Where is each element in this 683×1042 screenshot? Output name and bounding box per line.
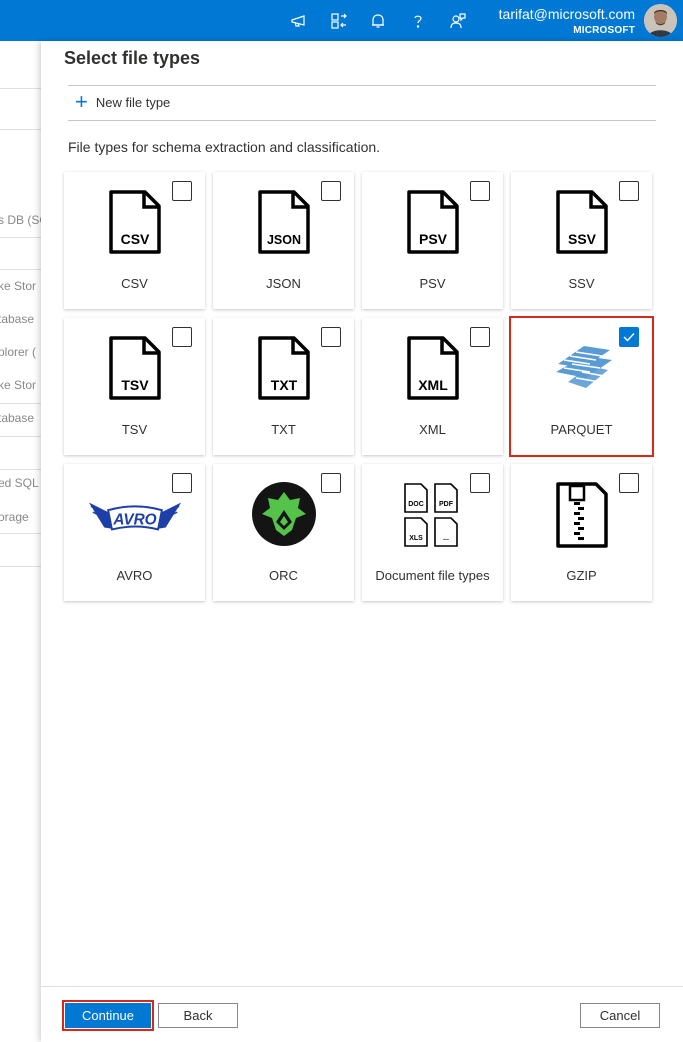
file-type-tile-tsv[interactable]: TSV TSV xyxy=(64,318,205,455)
tile-label: CSV xyxy=(121,276,148,291)
file-type-tile-parquet[interactable]: PARQUET xyxy=(509,316,654,457)
tile-label: JSON xyxy=(266,276,301,291)
background-list-item: ke Stor xyxy=(0,378,37,392)
tile-checkbox[interactable] xyxy=(321,327,341,347)
avro-logo-text: AVRO xyxy=(112,512,156,529)
background-list-item: ed SQL xyxy=(0,476,39,490)
file-type-tile-psv[interactable]: PSV PSV xyxy=(362,172,503,309)
tile-checkbox[interactable] xyxy=(172,181,192,201)
tile-checkbox[interactable] xyxy=(470,473,490,493)
tile-label: SSV xyxy=(568,276,595,291)
tile-label: GZIP xyxy=(566,568,597,583)
tile-label: TSV xyxy=(121,422,148,437)
tile-label: AVRO xyxy=(116,568,153,583)
file-badge-text: XML xyxy=(418,377,448,393)
file-type-tile-xml[interactable]: XML XML xyxy=(362,318,503,455)
background-resource-list: s DB (SC ke Stor tabase plorer ( ke Stor… xyxy=(0,41,41,1042)
background-list-item: plorer ( xyxy=(0,345,37,359)
new-file-type-button[interactable]: + New file type xyxy=(75,89,171,114)
plus-icon: + xyxy=(75,89,88,114)
avatar[interactable] xyxy=(644,4,677,37)
file-badge-text: PSV xyxy=(418,231,447,247)
select-file-types-blade: Select file types + New file type File t… xyxy=(41,41,683,1042)
tile-label: Document file types xyxy=(375,568,490,583)
file-badge-text: SSV xyxy=(567,231,596,247)
divider xyxy=(68,85,656,86)
tile-checkbox[interactable] xyxy=(172,327,192,347)
tile-checkbox[interactable] xyxy=(321,181,341,201)
checkmark-icon xyxy=(623,333,635,342)
file-badge-text: TXT xyxy=(270,377,297,393)
background-list-item: orage xyxy=(0,510,29,524)
megaphone-icon[interactable] xyxy=(288,10,310,32)
background-list-item: tabase xyxy=(0,312,35,326)
more-badge: ... xyxy=(443,535,449,542)
file-type-tile-orc[interactable]: ORC xyxy=(213,464,354,601)
file-type-grid: CSV CSV JSON JSON PSV PSV SSV SSV TSV TS… xyxy=(64,172,654,602)
account-info[interactable]: tarifat@microsoft.com MICROSOFT xyxy=(499,5,635,39)
blade-footer: Continue Back Cancel xyxy=(41,986,683,1042)
document-files-icon: DOC PDF XLS ... xyxy=(403,483,458,547)
background-list-item: ke Stor xyxy=(0,279,37,293)
account-email: tarifat@microsoft.com xyxy=(498,6,635,22)
top-bar: tarifat@microsoft.com MICROSOFT xyxy=(0,0,683,41)
parquet-logo-icon xyxy=(555,346,612,388)
file-types-description: File types for schema extraction and cla… xyxy=(68,139,381,155)
tile-label: PARQUET xyxy=(550,422,613,437)
tile-checkbox[interactable] xyxy=(619,473,639,493)
file-badge-text: CSV xyxy=(120,231,149,247)
tile-label: PSV xyxy=(419,276,446,291)
file-type-tile-avro[interactable]: AVRO AVRO xyxy=(64,464,205,601)
tile-label: XML xyxy=(419,422,446,437)
file-type-tile-json[interactable]: JSON JSON xyxy=(213,172,354,309)
cancel-button[interactable]: Cancel xyxy=(580,1003,660,1028)
file-badge-text: TSV xyxy=(121,377,149,393)
tile-label: TXT xyxy=(271,422,296,437)
file-type-tile-gzip[interactable]: GZIP xyxy=(511,464,652,601)
ssv-file-icon: SSV xyxy=(555,190,608,254)
avro-logo-icon: AVRO xyxy=(88,502,181,531)
tile-checkbox[interactable] xyxy=(470,327,490,347)
tile-checkbox-checked[interactable] xyxy=(619,327,639,347)
tsv-file-icon: TSV xyxy=(108,336,161,400)
file-type-tile-document[interactable]: DOC PDF XLS ... Document file types xyxy=(362,464,503,601)
account-org: MICROSOFT xyxy=(573,25,635,36)
file-type-tile-csv[interactable]: CSV CSV xyxy=(64,172,205,309)
csv-file-icon: CSV xyxy=(108,190,161,254)
tile-label: ORC xyxy=(269,568,298,583)
orc-logo-icon xyxy=(251,482,316,546)
tile-checkbox[interactable] xyxy=(619,181,639,201)
continue-button[interactable]: Continue xyxy=(62,1000,154,1031)
pdf-badge: PDF xyxy=(439,501,454,508)
file-badge-text: JSON xyxy=(266,233,300,247)
background-list-item: s DB (SC xyxy=(0,213,41,227)
tile-checkbox[interactable] xyxy=(321,473,341,493)
json-file-icon: JSON xyxy=(257,190,310,254)
tile-checkbox[interactable] xyxy=(470,181,490,201)
help-icon[interactable] xyxy=(407,10,429,32)
back-button[interactable]: Back xyxy=(158,1003,238,1028)
psv-file-icon: PSV xyxy=(406,190,459,254)
bell-icon[interactable] xyxy=(367,10,389,32)
background-list-item: tabase xyxy=(0,411,35,425)
directory-switch-icon[interactable] xyxy=(328,10,350,32)
blade-title: Select file types xyxy=(64,48,201,68)
file-type-tile-ssv[interactable]: SSV SSV xyxy=(511,172,652,309)
zip-file-icon xyxy=(555,482,608,548)
xls-badge: XLS xyxy=(409,535,423,542)
xml-file-icon: XML xyxy=(406,336,459,400)
divider xyxy=(68,120,656,121)
file-type-tile-txt[interactable]: TXT TXT xyxy=(213,318,354,455)
new-file-type-label: New file type xyxy=(95,94,171,110)
feedback-icon[interactable] xyxy=(447,10,469,32)
txt-file-icon: TXT xyxy=(257,336,310,400)
doc-badge: DOC xyxy=(408,501,424,508)
